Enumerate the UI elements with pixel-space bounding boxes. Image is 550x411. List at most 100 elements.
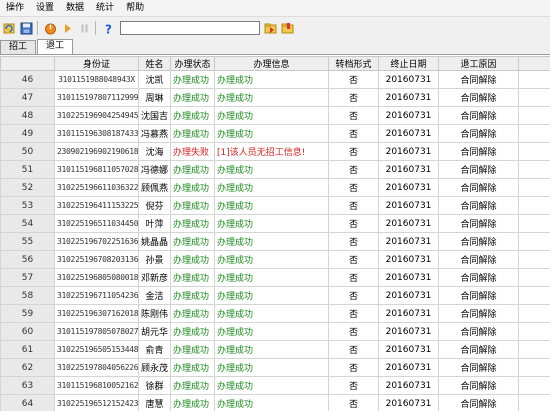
cell-info: [1]该人员无招工信息! bbox=[214, 142, 329, 161]
toolbar: ? bbox=[0, 16, 550, 40]
col-header-transfer[interactable]: 转档形式 bbox=[328, 56, 379, 71]
resign-table: 身份证 姓名 办理状态 办理信息 转档形式 终止日期 退工原因 46 310115… bbox=[0, 56, 550, 411]
pause-icon[interactable] bbox=[77, 20, 92, 36]
cell-reason: 合同解除 bbox=[438, 88, 519, 107]
search-input[interactable] bbox=[120, 21, 260, 35]
cell-name: 顾永茂 bbox=[138, 358, 171, 377]
cell-reason: 合同解除 bbox=[438, 178, 519, 197]
cell-enddate: 20160731 bbox=[378, 322, 439, 341]
table-row[interactable]: 50 230902196902190618 沈海 办理失败 [1]该人员无招工信息! 否 2… bbox=[0, 142, 550, 161]
cell-info: 办理成功 bbox=[214, 196, 329, 215]
table-body: 46 3101151988048943X 沈凯 办理成功 办理成功否 20160731 合同… bbox=[0, 70, 550, 411]
table-row[interactable]: 56 310225196708203136 孙景 办理成功 办理成功否 20160731 合… bbox=[0, 250, 550, 269]
table-row[interactable]: 46 3101151988048943X 沈凯 办理成功 办理成功否 20160731 合同… bbox=[0, 70, 550, 89]
cell-idcard: 310115196810052162 bbox=[54, 376, 139, 395]
cell-extra bbox=[518, 232, 550, 251]
cell-transfer: 否 bbox=[328, 178, 379, 197]
cell-extra bbox=[518, 124, 550, 143]
col-header-name[interactable]: 姓名 bbox=[138, 56, 171, 71]
tab-recruit[interactable]: 招工 bbox=[0, 40, 37, 54]
menu-data[interactable]: 数据 bbox=[60, 0, 90, 16]
cell-reason: 合同解除 bbox=[438, 394, 519, 411]
cell-idcard: 310225197804056226 bbox=[54, 358, 139, 377]
table-row[interactable]: 51 310115196811057028 冯德娜 办理成功 办理成功否 20160731… bbox=[0, 160, 550, 179]
cell-transfer: 否 bbox=[328, 196, 379, 215]
table-row[interactable]: 55 310225196702251636 姚晶晶 办理成功 办理成功否 20160731… bbox=[0, 232, 550, 251]
cell-enddate: 20160731 bbox=[378, 214, 439, 233]
table-row[interactable]: 48 310225196904254945 沈国吉 办理成功 办理成功否 20160731… bbox=[0, 106, 550, 125]
cell-idcard: 310115196811057028 bbox=[54, 160, 139, 179]
table-row[interactable]: 54 310225196511034450 叶萍 办理成功 办理成功否 20160731 合… bbox=[0, 214, 550, 233]
row-number: 62 bbox=[0, 358, 55, 377]
cell-name: 冯德娜 bbox=[138, 160, 171, 179]
cell-enddate: 20160731 bbox=[378, 394, 439, 411]
cell-info: 办理成功 bbox=[214, 358, 329, 377]
table-header: 身份证 姓名 办理状态 办理信息 转档形式 终止日期 退工原因 bbox=[0, 56, 550, 71]
row-number: 48 bbox=[0, 106, 55, 125]
table-row[interactable]: 49 310115196308187433 冯慕燕 办理成功 办理成功否 20160731… bbox=[0, 124, 550, 143]
cell-info: 办理成功 bbox=[214, 160, 329, 179]
cell-status: 办理成功 bbox=[170, 160, 215, 179]
table-row[interactable]: 59 310225196307162018 陈刚伟 办理成功 办理成功否 20160731… bbox=[0, 304, 550, 323]
cell-enddate: 20160731 bbox=[378, 232, 439, 251]
cell-enddate: 20160731 bbox=[378, 196, 439, 215]
cell-idcard: 3101151988048943X bbox=[54, 70, 139, 89]
table-row[interactable]: 57 310225196805080018 邓新彦 办理成功 办理成功否 20160731… bbox=[0, 268, 550, 287]
row-number: 57 bbox=[0, 268, 55, 287]
cell-enddate: 20160731 bbox=[378, 178, 439, 197]
folder-export-icon[interactable] bbox=[263, 20, 278, 36]
table-row[interactable]: 64 310225196512152423 唐慧 办理成功 办理成功否 20160731 合… bbox=[0, 394, 550, 411]
cell-name: 徐群 bbox=[138, 376, 171, 395]
cell-reason: 合同解除 bbox=[438, 106, 519, 125]
cell-transfer: 否 bbox=[328, 124, 379, 143]
cell-transfer: 否 bbox=[328, 358, 379, 377]
row-number: 55 bbox=[0, 232, 55, 251]
menu-settings[interactable]: 设置 bbox=[30, 0, 60, 16]
cell-name: 邓新彦 bbox=[138, 268, 171, 287]
cell-enddate: 20160731 bbox=[378, 124, 439, 143]
cell-idcard: 310225196702251636 bbox=[54, 232, 139, 251]
col-header-enddate[interactable]: 终止日期 bbox=[378, 56, 439, 71]
cell-extra bbox=[518, 142, 550, 161]
cell-extra bbox=[518, 160, 550, 179]
cell-extra bbox=[518, 196, 550, 215]
cell-status: 办理成功 bbox=[170, 70, 215, 89]
table-row[interactable]: 60 310115197805078027 胡元华 办理成功 办理成功否 20160731… bbox=[0, 322, 550, 341]
data-grid[interactable]: 身份证 姓名 办理状态 办理信息 转档形式 终止日期 退工原因 46 310115… bbox=[0, 56, 550, 411]
menu-help[interactable]: 帮助 bbox=[120, 0, 150, 16]
power-icon[interactable] bbox=[43, 20, 58, 36]
table-row[interactable]: 58 310225196711054236 金洁 办理成功 办理成功否 20160731 合… bbox=[0, 286, 550, 305]
table-row[interactable]: 61 310225196505153448 俞青 办理成功 办理成功否 20160731 合… bbox=[0, 340, 550, 359]
table-row[interactable]: 62 310225197804056226 顾永茂 办理成功 办理成功否 20160731… bbox=[0, 358, 550, 377]
cell-extra bbox=[518, 268, 550, 287]
cell-reason: 合同解除 bbox=[438, 358, 519, 377]
col-header-info[interactable]: 办理信息 bbox=[214, 56, 329, 71]
cell-status: 办理成功 bbox=[170, 250, 215, 269]
table-row[interactable]: 53 310225196411153225 倪芬 办理成功 办理成功否 20160731 合… bbox=[0, 196, 550, 215]
help-icon[interactable]: ? bbox=[101, 20, 116, 36]
cell-name: 沈凯 bbox=[138, 70, 171, 89]
col-header-reason[interactable]: 退工原因 bbox=[438, 56, 519, 71]
play-icon[interactable] bbox=[60, 20, 75, 36]
table-row[interactable]: 52 310225196611036322 顾佩燕 办理成功 办理成功否 20160731… bbox=[0, 178, 550, 197]
cell-name: 姚晶晶 bbox=[138, 232, 171, 251]
tab-resign[interactable]: 退工 bbox=[37, 39, 74, 54]
folder-import-icon[interactable] bbox=[280, 20, 295, 36]
cell-status: 办理成功 bbox=[170, 214, 215, 233]
cell-status: 办理成功 bbox=[170, 268, 215, 287]
save-icon[interactable] bbox=[19, 20, 34, 36]
table-row[interactable]: 47 310115197807112999 周琳 办理成功 办理成功否 20160731 合… bbox=[0, 88, 550, 107]
cell-info: 办理成功 bbox=[214, 394, 329, 411]
col-header-status[interactable]: 办理状态 bbox=[170, 56, 215, 71]
row-number: 58 bbox=[0, 286, 55, 305]
menu-stats[interactable]: 统计 bbox=[90, 0, 120, 16]
cell-enddate: 20160731 bbox=[378, 70, 439, 89]
menu-operate[interactable]: 操作 bbox=[0, 0, 30, 16]
cell-name: 沈国吉 bbox=[138, 106, 171, 125]
table-row[interactable]: 63 310115196810052162 徐群 办理成功 办理成功否 20160731 合… bbox=[0, 376, 550, 395]
refresh-icon[interactable] bbox=[2, 20, 17, 36]
cell-transfer: 否 bbox=[328, 340, 379, 359]
col-header-extra[interactable] bbox=[518, 56, 550, 71]
cell-transfer: 否 bbox=[328, 160, 379, 179]
col-header-idcard[interactable]: 身份证 bbox=[54, 56, 139, 71]
